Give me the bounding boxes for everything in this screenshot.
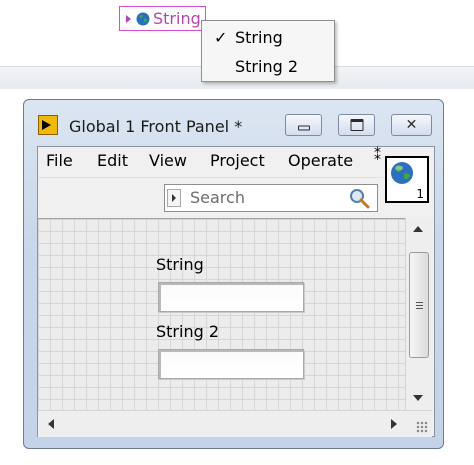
scroll-right-icon[interactable] — [391, 419, 397, 429]
right-triangle-icon — [126, 15, 131, 23]
resize-grip-icon[interactable] — [416, 421, 428, 433]
labview-run-icon[interactable] — [38, 115, 58, 135]
scroll-thumb[interactable] — [409, 252, 429, 358]
window-client-area: File Edit View Project Operate ⁑ Search … — [37, 146, 435, 437]
global-variable-node[interactable]: String — [119, 6, 206, 31]
checkmark-icon: ✓ — [214, 28, 228, 47]
globe-icon — [136, 12, 150, 26]
menu-item-label: String 2 — [235, 57, 299, 76]
menu-item-label: String — [235, 28, 283, 47]
vi-icon-number: 1 — [416, 187, 424, 201]
string-2-control[interactable] — [158, 349, 304, 379]
minimize-button[interactable] — [285, 114, 322, 136]
shortcut-menu: ✓ String String 2 — [201, 20, 335, 82]
menu-edit[interactable]: Edit — [97, 151, 128, 170]
close-button[interactable]: ✕ — [391, 114, 432, 136]
globe-icon — [391, 162, 413, 184]
menu-view[interactable]: View — [149, 151, 187, 170]
horizontal-scrollbar[interactable] — [38, 410, 432, 437]
close-icon: ✕ — [405, 117, 418, 133]
search-input[interactable]: Search — [190, 188, 245, 207]
vertical-scrollbar[interactable] — [405, 218, 433, 410]
menu-bar: File Edit View Project Operate ⁑ — [38, 147, 383, 177]
search-options-dropdown[interactable] — [167, 189, 181, 207]
minimize-icon — [297, 125, 310, 131]
menu-file[interactable]: File — [46, 151, 73, 170]
control-label: String — [156, 255, 204, 274]
control-label: String 2 — [156, 322, 220, 341]
menu-overflow-icon[interactable]: ⁑ — [374, 148, 381, 164]
menu-project[interactable]: Project — [210, 151, 265, 170]
maximize-icon — [350, 119, 363, 131]
menu-item-string-2[interactable]: String 2 — [202, 52, 334, 80]
search-box[interactable]: Search — [164, 184, 378, 212]
string-control[interactable] — [158, 282, 304, 312]
global-variable-label: String — [153, 9, 201, 28]
title-bar[interactable]: Global 1 Front Panel * ✕ — [24, 100, 443, 140]
grip-icon — [416, 302, 423, 311]
scroll-left-icon[interactable] — [48, 419, 54, 429]
vi-connector-icon[interactable]: 1 — [385, 156, 429, 203]
menu-operate[interactable]: Operate — [288, 151, 353, 170]
window-title: Global 1 Front Panel * — [69, 117, 243, 136]
scroll-up-icon[interactable] — [413, 226, 423, 232]
front-panel-window: Global 1 Front Panel * ✕ File Edit View … — [23, 99, 444, 449]
search-icon[interactable] — [348, 187, 370, 209]
menu-item-string[interactable]: ✓ String — [202, 23, 334, 51]
maximize-button[interactable] — [338, 114, 375, 136]
front-panel-canvas[interactable]: String String 2 — [38, 218, 405, 411]
scroll-down-icon[interactable] — [413, 395, 423, 401]
